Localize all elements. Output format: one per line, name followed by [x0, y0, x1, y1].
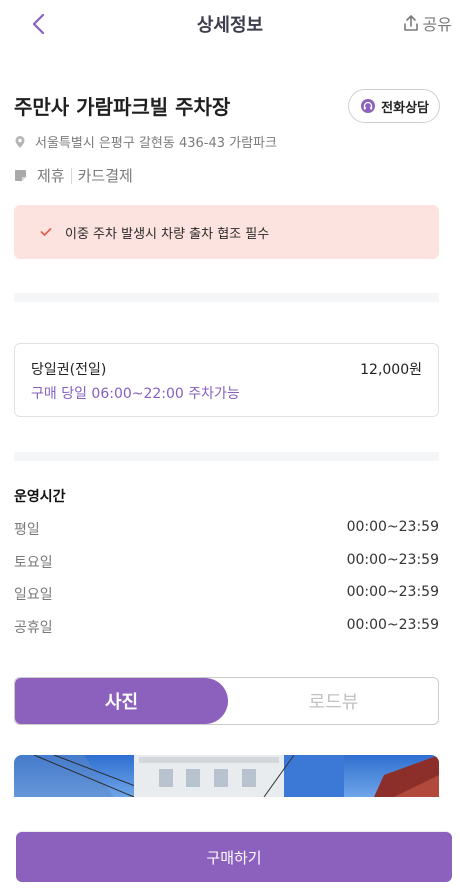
ticket-description: 구매 당일 06:00~22:00 주차가능	[31, 386, 240, 402]
bottom-purchase-area: 구매하기	[0, 797, 460, 890]
share-label: 공유	[422, 15, 452, 34]
purchase-button[interactable]: 구매하기	[16, 832, 452, 882]
hours-time: 00:00~23:59	[346, 551, 439, 568]
hours-day: 일요일	[14, 587, 53, 603]
hours-time: 00:00~23:59	[346, 519, 439, 535]
check-icon	[40, 228, 52, 236]
operating-hours-title: 운영시간	[14, 489, 66, 505]
call-consult-button[interactable]: 전화상담	[348, 89, 440, 123]
hours-row-sunday: 일요일 00:00~23:59	[14, 584, 439, 617]
section-divider	[14, 293, 439, 302]
hours-row-holiday: 공휴일 00:00~23:59	[14, 617, 439, 650]
address-row: 서울특별시 은평구 갈현동 436-43 가람파크	[14, 132, 277, 151]
hours-row-weekday: 평일 00:00~23:59	[14, 519, 439, 552]
tags-row: 제휴 카드결제	[14, 165, 133, 186]
notice-text: 이중 주차 발생시 차량 출차 협조 필수	[65, 226, 270, 242]
tab-roadview[interactable]: 로드뷰	[228, 678, 438, 724]
operating-hours-list: 평일 00:00~23:59 토요일 00:00~23:59 일요일 00:00…	[14, 519, 439, 649]
address-text: 서울특별시 은평구 갈현동 436-43 가람파크	[35, 136, 277, 151]
hours-row-saturday: 토요일 00:00~23:59	[14, 552, 439, 585]
top-app-bar: 상세정보 공유	[0, 0, 460, 50]
hours-day: 공휴일	[14, 619, 53, 636]
section-divider	[14, 452, 439, 461]
share-upload-icon	[403, 15, 418, 31]
hours-day: 평일	[14, 522, 40, 538]
location-pin-icon	[15, 135, 25, 148]
ticket-price: 12,000원	[360, 362, 422, 378]
place-title-row: 주만사 가람파크빌 주차장 전화상담	[14, 89, 440, 125]
tag-card-payment: 카드결제	[77, 167, 133, 185]
call-consult-label: 전화상담	[381, 100, 429, 116]
media-tab-toggle: 사진 로드뷰	[14, 677, 439, 725]
place-name: 주만사 가람파크빌 주차장	[14, 95, 231, 119]
hours-time: 00:00~23:59	[346, 616, 439, 633]
hours-time: 00:00~23:59	[346, 584, 439, 600]
ticket-card[interactable]: 당일권(전일) 12,000원 구매 당일 06:00~22:00 주차가능	[14, 343, 439, 417]
tag-divider	[70, 167, 72, 184]
tag-icon	[15, 170, 26, 181]
page-title: 상세정보	[196, 15, 264, 36]
parking-lot-photo[interactable]	[14, 755, 439, 797]
tag-partner: 제휴	[37, 167, 65, 185]
hours-day: 토요일	[14, 554, 53, 571]
share-button[interactable]: 공유	[402, 11, 452, 35]
parking-lot-photo-image	[14, 755, 439, 797]
tab-photo[interactable]: 사진	[15, 678, 228, 724]
headset-icon	[361, 99, 376, 113]
notice-banner: 이중 주차 발생시 차량 출차 협조 필수	[14, 205, 439, 259]
ticket-name: 당일권(전일)	[31, 362, 107, 378]
